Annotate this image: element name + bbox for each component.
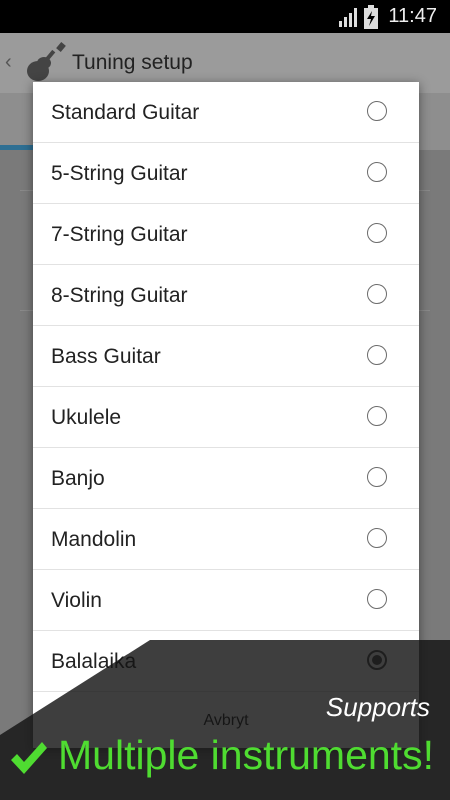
option-mandolin[interactable]: Mandolin — [33, 509, 419, 570]
radio-button[interactable] — [367, 101, 387, 121]
option-5-string-guitar[interactable]: 5-String Guitar — [33, 143, 419, 204]
radio-button[interactable] — [367, 528, 387, 548]
page-title: Tuning setup — [72, 51, 193, 74]
option-bass-guitar[interactable]: Bass Guitar — [33, 326, 419, 387]
option-8-string-guitar[interactable]: 8-String Guitar — [33, 265, 419, 326]
option-label: Violin — [51, 589, 102, 612]
option-label: Banjo — [51, 467, 105, 490]
option-7-string-guitar[interactable]: 7-String Guitar — [33, 204, 419, 265]
radio-button[interactable] — [367, 406, 387, 426]
status-bar: 11:47 — [0, 0, 450, 33]
checkmark-icon — [11, 742, 47, 774]
radio-button[interactable] — [367, 162, 387, 182]
instrument-select-dialog: Standard Guitar 5-String Guitar 7-String… — [33, 82, 419, 748]
radio-button[interactable] — [367, 589, 387, 609]
option-ukulele[interactable]: Ukulele — [33, 387, 419, 448]
option-label: 7-String Guitar — [51, 223, 188, 246]
promo-subtitle: Supports — [325, 692, 430, 722]
radio-button[interactable] — [367, 345, 387, 365]
option-label: Ukulele — [51, 406, 122, 429]
guitar-icon — [27, 42, 66, 81]
option-label: Mandolin — [51, 528, 137, 551]
battery-charging-icon — [364, 5, 378, 29]
radio-button[interactable] — [367, 284, 387, 304]
tab-indicator — [0, 145, 34, 150]
option-label: Balalaika — [51, 650, 137, 673]
radio-button[interactable] — [367, 223, 387, 243]
option-balalaika[interactable]: Balalaika — [33, 631, 419, 692]
option-label: Bass Guitar — [51, 345, 161, 368]
option-banjo[interactable]: Banjo — [33, 448, 419, 509]
back-chevron-icon[interactable]: ‹ — [5, 51, 12, 74]
promo-headline: Multiple instruments! — [58, 732, 434, 778]
option-violin[interactable]: Violin — [33, 570, 419, 631]
radio-button-selected[interactable] — [367, 650, 387, 670]
radio-button[interactable] — [367, 467, 387, 487]
status-time: 11:47 — [388, 5, 437, 27]
option-label: Standard Guitar — [51, 101, 200, 124]
option-label: 8-String Guitar — [51, 284, 188, 307]
option-standard-guitar[interactable]: Standard Guitar — [33, 82, 419, 143]
option-label: 5-String Guitar — [51, 162, 188, 185]
signal-icon — [339, 8, 357, 27]
